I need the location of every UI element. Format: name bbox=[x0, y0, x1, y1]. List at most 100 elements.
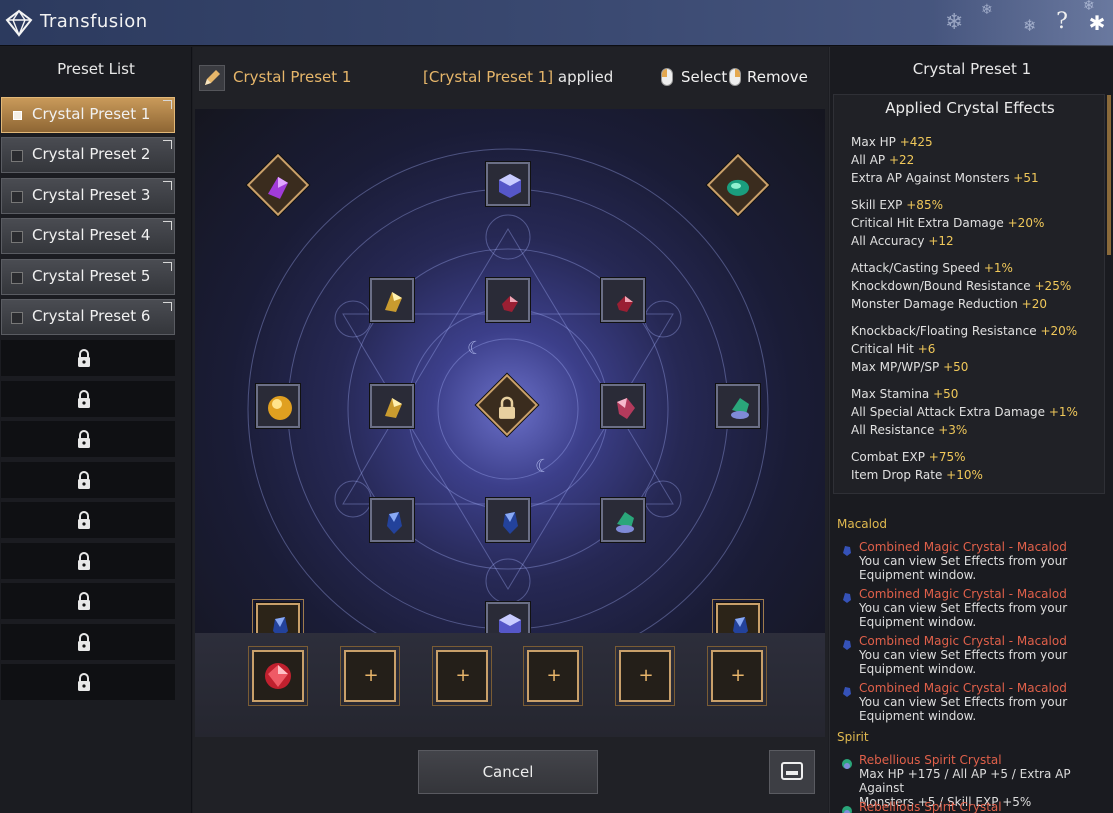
purple-crystal-icon bbox=[268, 176, 288, 199]
preset-checkbox[interactable] bbox=[11, 231, 23, 243]
set-crystal-name: Rebellious Spirit Crystal bbox=[859, 800, 1002, 813]
set-crystal-entry: Rebellious Spirit Crystal bbox=[859, 800, 1002, 813]
cancel-button[interactable]: Cancel bbox=[418, 750, 598, 794]
pencil-icon[interactable] bbox=[199, 65, 225, 91]
ruby-crystal-icon bbox=[265, 663, 291, 689]
expand-corner-icon bbox=[163, 221, 172, 230]
applied-status: [Crystal Preset 1] applied bbox=[423, 68, 613, 86]
effect-value: +85% bbox=[906, 198, 943, 212]
plus-icon: + bbox=[730, 665, 746, 686]
crystal-slot[interactable] bbox=[716, 384, 760, 428]
effect-name: All AP bbox=[851, 153, 886, 167]
empty-special-slot[interactable]: + bbox=[615, 646, 675, 706]
locked-preset-slot bbox=[1, 623, 175, 660]
spirit-crystal-icon bbox=[841, 755, 853, 769]
preset-item-6[interactable]: Crystal Preset 6 bbox=[1, 299, 175, 335]
remove-hint: Remove bbox=[747, 68, 808, 86]
effect-row: Item Drop Rate +10% bbox=[851, 468, 983, 482]
special-crystal-slot[interactable] bbox=[248, 646, 308, 706]
locked-preset-slot bbox=[1, 461, 175, 498]
preset-item-5[interactable]: Crystal Preset 5 bbox=[1, 259, 175, 295]
preset-checkbox[interactable] bbox=[11, 150, 23, 162]
set-crystal-desc: You can view Set Effects from your bbox=[859, 554, 1068, 568]
magic-circle-board: ☾ ☾ bbox=[195, 109, 825, 679]
diamond-logo-icon bbox=[5, 9, 33, 37]
locked-preset-slot bbox=[1, 542, 175, 579]
crystal-slot[interactable] bbox=[486, 278, 530, 322]
empty-special-slot[interactable]: + bbox=[340, 646, 400, 706]
set-crystal-entry: Combined Magic Crystal - Macalod You can … bbox=[859, 587, 1067, 629]
svg-text:☾: ☾ bbox=[535, 456, 551, 477]
crystal-slot[interactable] bbox=[601, 498, 645, 542]
expand-corner-icon bbox=[163, 100, 172, 109]
close-icon[interactable]: ✱ bbox=[1085, 11, 1109, 35]
effect-row: Monster Damage Reduction +20 bbox=[851, 297, 1047, 311]
effect-value: +20% bbox=[1007, 216, 1045, 230]
plus-icon: + bbox=[638, 665, 654, 686]
effect-name: Max Stamina bbox=[851, 387, 930, 401]
effect-value: +50 bbox=[943, 360, 969, 374]
applied-suffix: applied bbox=[553, 68, 614, 86]
effect-name: Critical Hit bbox=[851, 342, 914, 356]
effect-row: Critical Hit +6 bbox=[851, 342, 935, 356]
teal-ore-crystal-icon bbox=[731, 398, 749, 419]
applied-effects-title: Applied Crystal Effects bbox=[885, 99, 1055, 117]
select-hint: Select bbox=[681, 68, 728, 86]
plus-icon: + bbox=[455, 665, 471, 686]
empty-special-slot[interactable]: + bbox=[707, 646, 767, 706]
effect-value: +10% bbox=[946, 468, 983, 482]
set-crystal-name: Combined Magic Crystal - Macalod bbox=[859, 634, 1067, 648]
sapphire-crystal-icon bbox=[841, 683, 853, 697]
preset-checkbox[interactable] bbox=[11, 312, 23, 324]
crystal-slot[interactable] bbox=[486, 162, 530, 206]
preset-checkbox[interactable] bbox=[13, 111, 22, 120]
locked-preset-slot bbox=[1, 421, 175, 457]
pink-crystal-icon bbox=[617, 398, 635, 419]
effect-value: +22 bbox=[888, 153, 915, 167]
crystal-slot[interactable] bbox=[370, 498, 414, 542]
preset-label: Crystal Preset 3 bbox=[32, 186, 151, 204]
lock-icon bbox=[78, 389, 90, 408]
preset-checkbox[interactable] bbox=[11, 191, 23, 203]
effect-value: +1% bbox=[1048, 405, 1078, 419]
effects-scrollbar[interactable] bbox=[1107, 95, 1111, 255]
preset-item-2[interactable]: Crystal Preset 2 bbox=[1, 137, 175, 173]
applied-preset-name: [Crystal Preset 1] bbox=[423, 68, 554, 86]
effect-name: Knockback/Floating Resistance bbox=[851, 324, 1037, 338]
locked-preset-slot bbox=[1, 340, 175, 376]
teal-ore-crystal-icon bbox=[616, 512, 634, 533]
preset-item-1[interactable]: Crystal Preset 1 bbox=[1, 97, 175, 133]
locked-preset-slot bbox=[1, 583, 175, 619]
empty-special-slot[interactable]: + bbox=[432, 646, 492, 706]
transfusion-window: Transfusion ❄ ❄ ❄ ❄ ? ✱ Preset List Crys… bbox=[0, 0, 1113, 813]
crystal-slot[interactable] bbox=[370, 278, 414, 322]
empty-special-slot[interactable]: + bbox=[523, 646, 583, 706]
crystal-slot[interactable] bbox=[256, 384, 300, 428]
crystal-slot[interactable] bbox=[601, 278, 645, 322]
red-crystal-icon bbox=[502, 296, 518, 312]
gold-shard-crystal-icon bbox=[385, 398, 402, 418]
effect-value: +50 bbox=[933, 387, 959, 401]
preset-item-3[interactable]: Crystal Preset 3 bbox=[1, 178, 175, 214]
effect-name: Knockdown/Bound Resistance bbox=[851, 279, 1031, 293]
crystal-slot[interactable] bbox=[370, 384, 414, 428]
title-bar: Transfusion ❄ ❄ ❄ ❄ ? ✱ bbox=[0, 0, 1113, 46]
save-preset-button[interactable] bbox=[769, 750, 815, 794]
crystal-board-panel: Crystal Preset 1 [Crystal Preset 1] appl… bbox=[193, 47, 828, 813]
effect-value: +12 bbox=[928, 234, 954, 248]
locked-preset-slot bbox=[1, 380, 175, 417]
lock-icon bbox=[78, 470, 90, 489]
effect-name: All Accuracy bbox=[851, 234, 925, 248]
effect-row: All Accuracy +12 bbox=[851, 234, 954, 248]
red-crystal-icon bbox=[617, 296, 633, 312]
effect-value: +6 bbox=[917, 342, 936, 356]
preset-item-4[interactable]: Crystal Preset 4 bbox=[1, 218, 175, 254]
help-icon[interactable]: ? bbox=[1051, 9, 1073, 37]
green-crystal-icon bbox=[727, 179, 749, 196]
effect-row: Max MP/WP/SP +50 bbox=[851, 360, 968, 374]
crystal-slot[interactable] bbox=[601, 384, 645, 428]
preset-checkbox[interactable] bbox=[11, 272, 23, 284]
preset-label: Crystal Preset 6 bbox=[32, 307, 151, 325]
crystal-slot[interactable] bbox=[486, 498, 530, 542]
plus-icon: + bbox=[363, 665, 379, 686]
